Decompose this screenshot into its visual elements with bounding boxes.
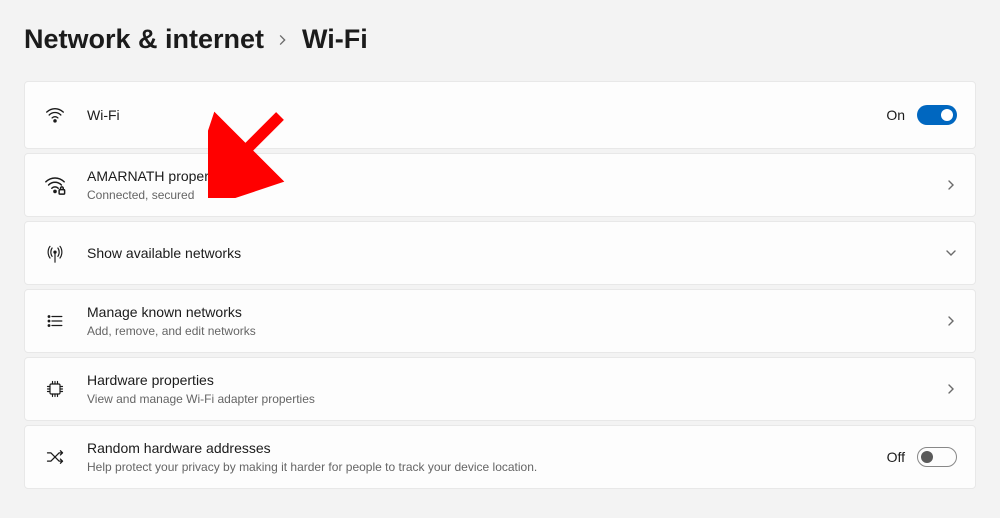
chip-icon bbox=[43, 379, 67, 399]
current-network-card[interactable]: AMARNATH properties Connected, secured bbox=[24, 153, 976, 217]
random-subtitle: Help protect your privacy by making it h… bbox=[87, 459, 887, 475]
random-hardware-card[interactable]: Random hardware addresses Help protect y… bbox=[24, 425, 976, 489]
wifi-secure-icon bbox=[43, 174, 67, 196]
chevron-right-icon bbox=[945, 315, 957, 327]
list-icon bbox=[43, 312, 67, 330]
wifi-toggle[interactable] bbox=[917, 105, 957, 125]
hardware-subtitle: View and manage Wi-Fi adapter properties bbox=[87, 391, 945, 407]
chevron-right-icon bbox=[278, 29, 288, 50]
random-title: Random hardware addresses bbox=[87, 439, 887, 458]
random-toggle[interactable] bbox=[917, 447, 957, 467]
wifi-toggle-card[interactable]: Wi-Fi On bbox=[24, 81, 976, 149]
chevron-right-icon bbox=[945, 383, 957, 395]
wifi-icon bbox=[43, 105, 67, 125]
random-state-label: Off bbox=[887, 449, 905, 465]
wifi-state-label: On bbox=[886, 107, 905, 123]
hardware-title: Hardware properties bbox=[87, 371, 945, 390]
chevron-right-icon bbox=[945, 179, 957, 191]
breadcrumb-current: Wi-Fi bbox=[302, 24, 368, 55]
current-network-title: AMARNATH properties bbox=[87, 167, 945, 186]
breadcrumb-parent[interactable]: Network & internet bbox=[24, 24, 264, 55]
manage-known-networks-card[interactable]: Manage known networks Add, remove, and e… bbox=[24, 289, 976, 353]
manage-subtitle: Add, remove, and edit networks bbox=[87, 323, 945, 339]
shuffle-icon bbox=[43, 447, 67, 467]
current-network-subtitle: Connected, secured bbox=[87, 187, 945, 203]
show-available-networks-card[interactable]: Show available networks bbox=[24, 221, 976, 285]
antenna-icon bbox=[43, 242, 67, 264]
manage-title: Manage known networks bbox=[87, 303, 945, 322]
wifi-title: Wi-Fi bbox=[87, 106, 886, 125]
hardware-properties-card[interactable]: Hardware properties View and manage Wi-F… bbox=[24, 357, 976, 421]
breadcrumb: Network & internet Wi-Fi bbox=[24, 24, 976, 55]
chevron-down-icon bbox=[945, 247, 957, 259]
show-available-title: Show available networks bbox=[87, 244, 945, 263]
